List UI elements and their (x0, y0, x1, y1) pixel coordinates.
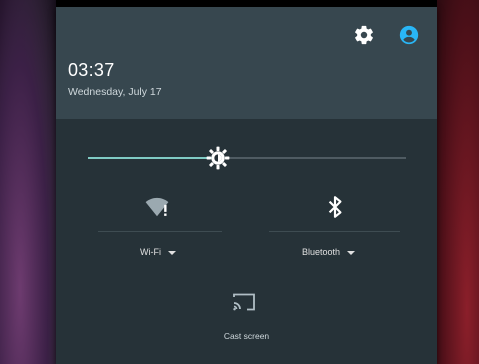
brightness-slider[interactable] (88, 146, 406, 170)
bluetooth-label: Bluetooth (302, 247, 341, 257)
chevron-down-icon (347, 250, 356, 255)
cast-icon[interactable] (231, 291, 257, 313)
wallpaper-left (0, 0, 56, 364)
gear-icon[interactable] (353, 24, 375, 46)
bluetooth-icon[interactable] (322, 194, 348, 220)
brightness-icon[interactable] (205, 145, 231, 171)
clock-time[interactable]: 03:37 (68, 60, 115, 81)
wallpaper-right (437, 0, 479, 364)
wifi-label: Wi-Fi (140, 247, 161, 257)
chevron-down-icon (168, 250, 176, 255)
bluetooth-dropdown[interactable]: Bluetooth (302, 247, 356, 257)
account-circle-icon[interactable] (398, 24, 420, 46)
brightness-fill (88, 157, 218, 159)
date-label[interactable]: Wednesday, July 17 (68, 86, 162, 98)
status-header: 03:37 Wednesday, July 17 (56, 7, 437, 119)
quick-settings-panel: 03:37 Wednesday, July 17 Wi-Fi Bluetooth… (56, 7, 437, 364)
wifi-divider (98, 231, 222, 232)
bluetooth-divider (269, 231, 400, 232)
wifi-alert-icon[interactable] (144, 194, 170, 220)
cast-label[interactable]: Cast screen (56, 331, 437, 341)
wifi-dropdown[interactable]: Wi-Fi (140, 247, 176, 257)
